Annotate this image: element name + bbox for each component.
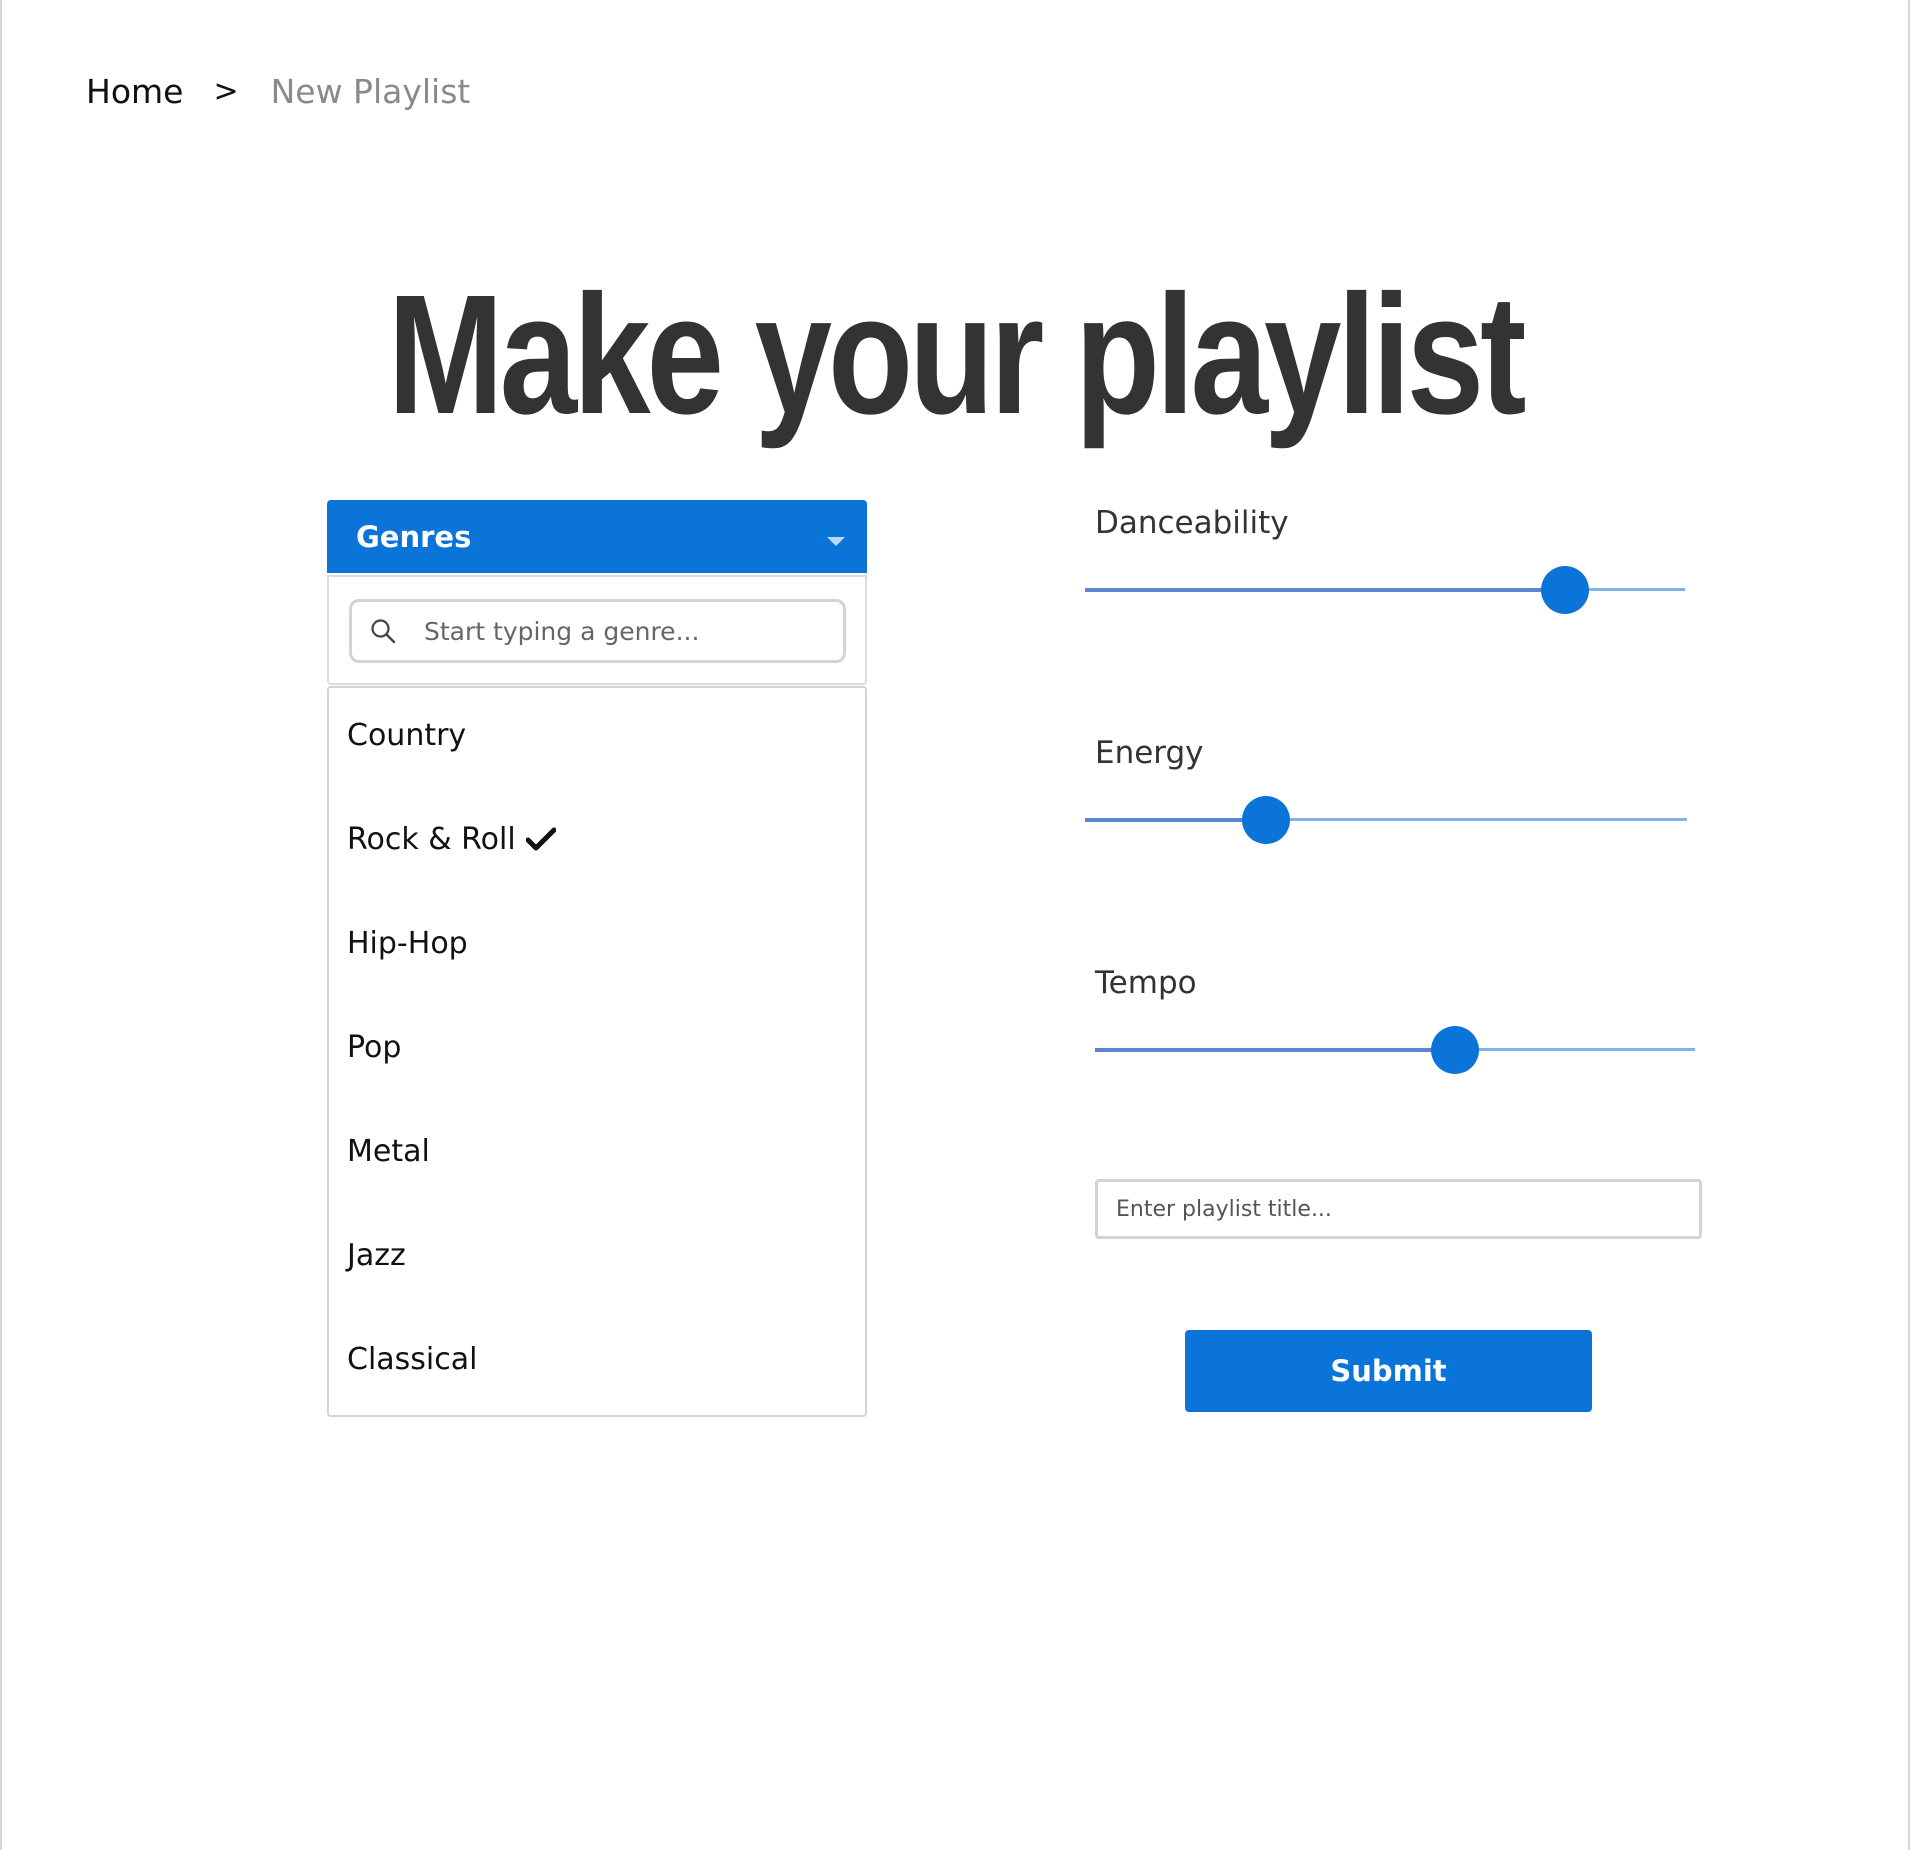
genre-option[interactable]: Country (329, 718, 865, 822)
breadcrumb-separator: > (213, 74, 239, 109)
genre-option-label: Jazz (347, 1238, 406, 1273)
genre-option[interactable]: Rock & Roll (329, 822, 865, 926)
genre-option-label: Hip-Hop (347, 926, 468, 961)
slider-fill (1085, 588, 1565, 592)
energy-slider[interactable] (1085, 796, 1687, 844)
genre-search-input[interactable] (422, 615, 826, 647)
genre-option-label: Metal (347, 1134, 430, 1169)
genre-option-label: Rock & Roll (347, 822, 516, 857)
playlist-title-input[interactable] (1095, 1179, 1702, 1239)
breadcrumb: Home > New Playlist (86, 72, 470, 111)
genre-option-label: Classical (347, 1342, 478, 1377)
breadcrumb-current: New Playlist (270, 72, 471, 111)
genre-list: Country Rock & Roll Hip-Hop Pop Metal Jazz Cla… (327, 686, 867, 1417)
energy-label: Energy (1095, 735, 1204, 771)
page: Home > New Playlist Make your playlist G… (0, 0, 1910, 1850)
slider-thumb[interactable] (1541, 566, 1589, 614)
breadcrumb-home-link[interactable]: Home (86, 72, 183, 111)
slider-fill (1085, 818, 1266, 822)
slider-thumb[interactable] (1241, 796, 1290, 844)
genre-option[interactable]: Jazz (329, 1238, 865, 1342)
genre-option-label: Country (347, 718, 467, 753)
page-title: Make your playlist (387, 260, 1527, 450)
genre-search-panel (327, 575, 867, 685)
genre-option[interactable]: Metal (329, 1134, 865, 1238)
genre-option[interactable]: Classical (329, 1342, 865, 1446)
genre-option[interactable]: Hip-Hop (329, 926, 865, 1030)
genres-dropdown-toggle[interactable]: Genres (327, 500, 867, 573)
checkmark-icon (525, 825, 557, 851)
slider-fill (1095, 1048, 1455, 1052)
danceability-label: Danceability (1095, 505, 1289, 541)
tempo-slider[interactable] (1095, 1026, 1695, 1074)
submit-button[interactable]: Submit (1185, 1330, 1592, 1412)
tempo-label: Tempo (1095, 965, 1197, 1001)
genres-header-label: Genres (356, 519, 472, 554)
genre-option[interactable]: Pop (329, 1030, 865, 1134)
search-icon (370, 618, 396, 644)
genre-search-box[interactable] (349, 599, 846, 663)
genre-option-label: Pop (347, 1030, 402, 1065)
slider-thumb[interactable] (1431, 1026, 1479, 1074)
chevron-down-icon (827, 537, 845, 546)
danceability-slider[interactable] (1085, 566, 1685, 614)
